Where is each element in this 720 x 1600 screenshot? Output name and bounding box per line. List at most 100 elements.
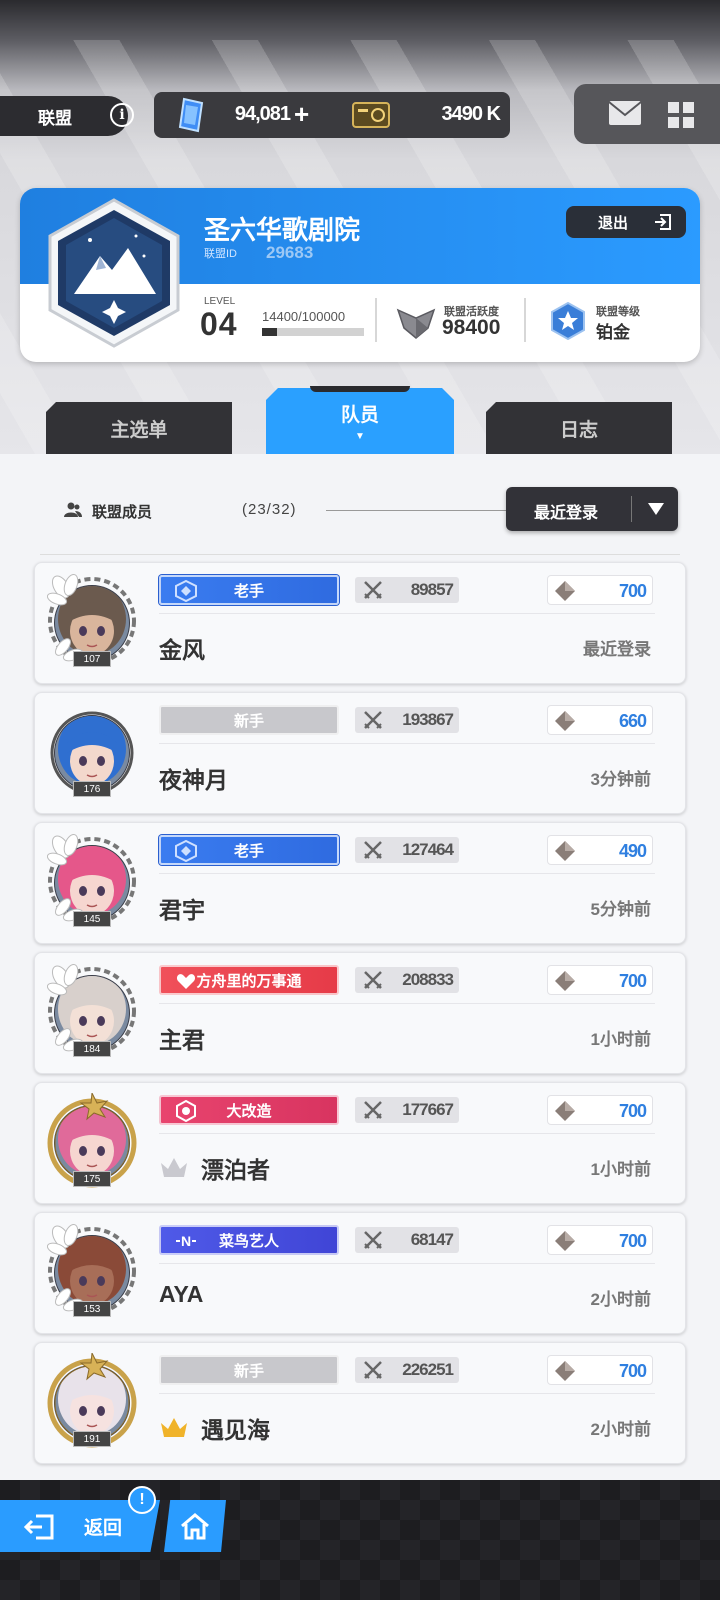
member-power: 127464 [402, 840, 454, 859]
alliance-name: 圣六华歌剧院 [204, 215, 361, 245]
top-right-bar [574, 84, 720, 144]
members-icon [64, 502, 82, 517]
tab-label: 日志 [559, 419, 598, 441]
mail-icon[interactable] [608, 100, 642, 126]
alliance-id-label: 联盟ID [204, 248, 237, 260]
home-button[interactable] [164, 1500, 226, 1552]
member-level: 153 [73, 1301, 111, 1317]
rookie-badge-icon: N [176, 1233, 196, 1249]
divider [524, 298, 526, 342]
sort-label: 最近登录 [534, 505, 599, 522]
alliance-emblem [48, 198, 180, 348]
tab-log[interactable]: 日志 [486, 402, 672, 454]
diamond-icon [555, 841, 575, 861]
contribution-box: 700 [547, 1225, 653, 1255]
tab-main-menu[interactable]: 主选单 [46, 402, 232, 454]
member-row[interactable]: 145 老手 127464 490 君宇 5分钟前 [34, 822, 686, 944]
alliance-id: 29683 [266, 243, 314, 262]
members-label: 联盟成员 [92, 504, 153, 521]
member-row[interactable]: 191 新手 226251 700 遇见海 2小时前 [34, 1342, 686, 1464]
diamond-icon [555, 1361, 575, 1381]
quit-button[interactable]: 退出 [566, 206, 686, 238]
power-box: 226251 [355, 1357, 459, 1383]
member-contribution: 700 [618, 1101, 647, 1121]
member-title: 方舟里的万事通 [196, 972, 302, 990]
crown-icon [161, 1418, 187, 1437]
info-icon[interactable]: i [110, 103, 134, 127]
divider [159, 743, 655, 744]
member-last-login: 3分钟前 [590, 770, 651, 789]
add-gems-icon[interactable]: + [294, 101, 309, 127]
crossed-swords-icon [364, 1231, 382, 1249]
member-power: 208833 [402, 970, 454, 989]
dropdown-arrow-icon [648, 503, 664, 515]
member-name: AYA [159, 1281, 204, 1307]
members-count: (23/32) [242, 501, 297, 518]
crossed-swords-icon [364, 1361, 382, 1379]
credit-count: 3490 K [441, 103, 502, 125]
contribution-box: 660 [547, 705, 653, 735]
member-title: 老手 [233, 842, 264, 860]
sort-dropdown[interactable]: 最近登录 [506, 487, 678, 531]
power-box: 193867 [355, 707, 459, 733]
member-last-login: 1小时前 [590, 1160, 651, 1179]
power-box: 68147 [355, 1227, 459, 1253]
contribution-box: 700 [547, 575, 653, 605]
member-title-badge: 方舟里的万事通 [159, 965, 339, 995]
diamond-icon [555, 581, 575, 601]
member-title-badge: 新手 [159, 1355, 339, 1385]
power-box: 208833 [355, 967, 459, 993]
member-contribution: 700 [618, 1361, 647, 1381]
diamond-icon [555, 1231, 575, 1251]
tab-label: 队员 [340, 405, 379, 426]
divider [159, 873, 655, 874]
member-title: 菜鸟艺人 [218, 1232, 279, 1250]
member-contribution: 490 [618, 841, 647, 861]
divider [159, 1003, 655, 1004]
member-name: 主君 [159, 1027, 205, 1053]
member-contribution: 700 [618, 971, 647, 991]
member-power: 68147 [410, 1230, 454, 1249]
tab-indicator [310, 386, 410, 392]
member-title-badge: 新手 [159, 705, 339, 735]
member-row[interactable]: 153 N 菜鸟艺人 68147 700 AYA 2小时前 [34, 1212, 686, 1334]
member-title-badge: 老手 [159, 575, 339, 605]
menu-grid-icon[interactable] [668, 102, 694, 128]
member-row[interactable]: 107 老手 89857 700 金风 最近登录 [34, 562, 686, 684]
back-label: 返回 [84, 1518, 123, 1539]
diamond-icon [555, 971, 575, 991]
divider [159, 1263, 655, 1264]
contribution-box: 700 [547, 1095, 653, 1125]
rank-value: 铂金 [596, 323, 630, 342]
divider [40, 554, 680, 555]
gear-badge-icon [176, 1100, 196, 1122]
member-contribution: 700 [618, 1231, 647, 1251]
member-row[interactable]: 176 新手 193867 660 夜神月 3分钟前 [34, 692, 686, 814]
member-level: 191 [73, 1431, 111, 1447]
member-power: 193867 [402, 710, 454, 729]
home-icon [181, 1513, 209, 1540]
member-contribution: 660 [618, 711, 647, 731]
tab-members[interactable]: 队员 ▼ [266, 388, 454, 454]
power-box: 127464 [355, 837, 459, 863]
heart-badge-icon [176, 974, 196, 989]
member-level: 107 [73, 651, 111, 667]
diamond-icon [555, 1101, 575, 1121]
member-last-login: 2小时前 [590, 1420, 651, 1439]
member-row[interactable]: 184 方舟里的万事通 208833 700 主君 1小时前 [34, 952, 686, 1074]
credit-icon [352, 102, 390, 128]
diamond-icon [555, 711, 575, 731]
alliance-level: 04 [200, 306, 238, 342]
power-box: 177667 [355, 1097, 459, 1123]
alert-icon[interactable]: ! [128, 1486, 156, 1514]
member-contribution: 700 [618, 581, 647, 601]
member-last-login: 5分钟前 [590, 900, 651, 919]
gem-icon [178, 97, 204, 133]
section-title-pill: 联盟 [0, 96, 128, 136]
back-icon [24, 1514, 54, 1540]
member-row[interactable]: 175 大改造 177667 700 漂泊者 1小时前 [34, 1082, 686, 1204]
divider [375, 298, 377, 342]
quit-label: 退出 [598, 214, 629, 232]
member-power: 177667 [402, 1100, 454, 1119]
member-title-badge: N 菜鸟艺人 [159, 1225, 339, 1255]
